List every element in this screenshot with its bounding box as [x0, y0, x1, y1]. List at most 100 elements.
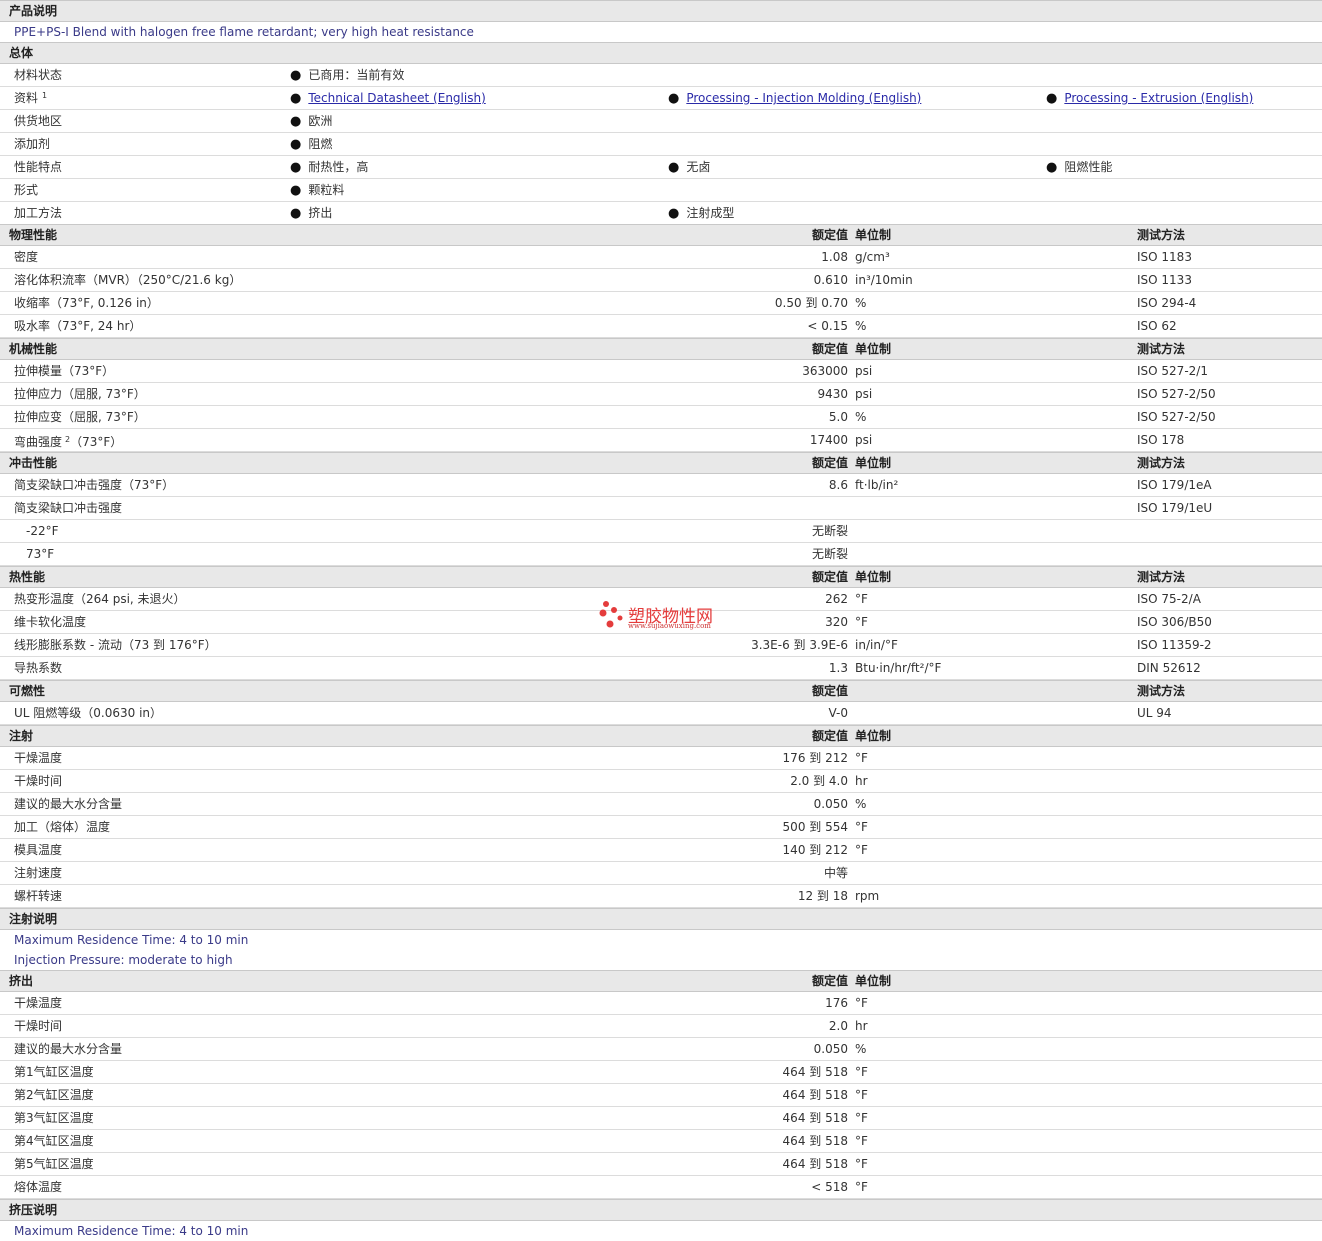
property-label: 干燥温度 [14, 751, 62, 765]
property-name: 导热系数 [14, 661, 63, 675]
header-value: 额定值 [811, 456, 848, 470]
footnote-ref: 1 [42, 91, 48, 100]
datasheet-link[interactable]: Technical Datasheet (English) [308, 91, 485, 105]
general-label: 加工方法 [14, 206, 63, 220]
general-item: ● 欧洲 [290, 114, 332, 129]
property-label: 注射速度 [14, 866, 62, 880]
property-value: 176 到 212 [782, 751, 848, 765]
bullet-icon: ● [290, 114, 302, 129]
property-label: 拉伸应力（屈服, 73°F） [14, 387, 146, 401]
property-label: 建议的最大水分含量 [14, 1042, 122, 1056]
property-value: 320 [825, 615, 848, 629]
property-name: 热变形温度（264 psi, 未退火） [14, 592, 186, 606]
section-header-injection_notes: 注射说明 [0, 908, 1322, 930]
property-value: 500 到 554 [782, 820, 848, 834]
property-label: 模具温度 [14, 843, 62, 857]
property-name: 熔体温度 [14, 1180, 63, 1194]
property-name: UL 阻燃等级（0.0630 in） [14, 706, 163, 720]
property-value: 0.050 [813, 797, 848, 811]
property-unit: % [855, 319, 867, 333]
header-method: 测试方法 [1137, 228, 1186, 242]
property-unit: hr [855, 1019, 868, 1033]
test-method: ISO 11359-2 [1137, 638, 1212, 652]
property-label: -22°F [26, 524, 59, 538]
datasheet-link[interactable]: Processing - Injection Molding (English) [686, 91, 921, 105]
general-item: ● 已商用：当前有效 [290, 68, 404, 83]
general-item-text: 阻燃 [308, 137, 333, 151]
property-value: 140 到 212 [782, 843, 848, 857]
property-value: < 518 [811, 1180, 848, 1194]
property-unit: °F [855, 751, 868, 765]
bullet-icon: ● [290, 137, 302, 152]
section-header-extrusion: 挤出 额定值 单位制 [0, 970, 1322, 992]
section-title: 总体 [9, 46, 34, 60]
property-row: 溶化体积流率（MVR）（250°C/21.6 kg） 0.610 in³/10min… [0, 269, 1322, 292]
property-label: 溶化体积流率（MVR）（250°C/21.6 kg） [14, 273, 241, 287]
property-name: 干燥时间 [14, 774, 63, 788]
property-value: 5.0 [828, 410, 848, 424]
property-unit: rpm [855, 889, 880, 903]
property-label: 熔体温度 [14, 1180, 62, 1194]
property-label: 第3气缸区温度 [14, 1111, 94, 1125]
property-unit: % [855, 797, 867, 811]
header-method: 测试方法 [1137, 342, 1186, 356]
property-label: 简支梁缺口冲击强度 [14, 501, 122, 515]
property-value: 464 到 518 [782, 1157, 848, 1171]
property-name: 简支梁缺口冲击强度 [14, 501, 123, 515]
property-label: 导热系数 [14, 661, 62, 675]
watermark-logo: 塑胶物性网 www.sujiaowuxing.com [598, 600, 738, 634]
header-method: 测试方法 [1137, 456, 1186, 470]
datasheet-link[interactable]: Processing - Extrusion (English) [1064, 91, 1253, 105]
property-label: 干燥时间 [14, 1019, 62, 1033]
property-value: 8.6 [828, 478, 848, 492]
bullet-icon: ● [668, 160, 680, 175]
property-name: 简支梁缺口冲击强度（73°F） [14, 478, 175, 492]
property-label: 吸水率（73°F, 24 hr） [14, 319, 141, 333]
property-name: 加工（熔体）温度 [14, 820, 111, 834]
property-value: 464 到 518 [782, 1111, 848, 1125]
bullet-icon: ● [290, 160, 302, 175]
general-row: 性能特点 ● 耐热性，高 ● 无卤 ● 阻燃性能 [0, 156, 1322, 179]
test-method: ISO 178 [1137, 433, 1185, 447]
property-row: 73°F 无断裂 [0, 543, 1322, 566]
property-value: 3.3E-6 到 3.9E-6 [751, 638, 848, 652]
property-value: 1.08 [821, 250, 848, 264]
property-unit: °F [855, 592, 868, 606]
property-name: 注射速度 [14, 866, 63, 880]
property-value: V-0 [828, 706, 848, 720]
property-name: 干燥温度 [14, 996, 63, 1010]
header-unit: 单位制 [855, 570, 892, 584]
property-value: 2.0 [828, 1019, 848, 1033]
property-value: 464 到 518 [782, 1065, 848, 1079]
section-header-mechanical: 机械性能 额定值 单位制 测试方法 [0, 338, 1322, 360]
general-label: 资料 [14, 91, 39, 105]
test-method: ISO 527-2/50 [1137, 410, 1216, 424]
property-name: 收缩率（73°F, 0.126 in） [14, 296, 159, 310]
bullet-icon: ● [290, 68, 302, 83]
property-label: 密度 [14, 250, 38, 264]
test-method: ISO 1133 [1137, 273, 1192, 287]
property-label: 干燥温度 [14, 996, 62, 1010]
section-header-injection: 注射 额定值 单位制 [0, 725, 1322, 747]
general-label: 添加剂 [14, 137, 51, 151]
section-header-impact: 冲击性能 额定值 单位制 测试方法 [0, 452, 1322, 474]
property-label: 线形膨胀系数 - 流动（73 到 176°F） [14, 638, 217, 652]
property-value: 无断裂 [811, 524, 848, 538]
property-unit: % [855, 410, 867, 424]
section-header-desc: 产品说明 [0, 0, 1322, 22]
property-row: 收缩率（73°F, 0.126 in） 0.50 到 0.70% ISO 294-4 [0, 292, 1322, 315]
property-name: 拉伸应力（屈服, 73°F） [14, 387, 146, 401]
property-label: 第5气缸区温度 [14, 1157, 94, 1171]
property-row: 简支梁缺口冲击强度（73°F） 8.6 ft·lb/in² ISO 179/1eA [0, 474, 1322, 497]
property-unit: °F [855, 1157, 868, 1171]
property-value: 无断裂 [811, 547, 848, 561]
test-method: DIN 52612 [1137, 661, 1201, 675]
property-name: 线形膨胀系数 - 流动（73 到 176°F） [14, 638, 217, 652]
header-value: 额定值 [811, 729, 848, 743]
property-value: < 0.15 [807, 319, 848, 333]
bullet-icon: ● [290, 206, 302, 221]
property-unit: °F [855, 1111, 868, 1125]
header-value: 额定值 [811, 974, 848, 988]
property-label: 热变形温度（264 psi, 未退火） [14, 592, 186, 606]
general-row: 材料状态 ● 已商用：当前有效 [0, 64, 1322, 87]
